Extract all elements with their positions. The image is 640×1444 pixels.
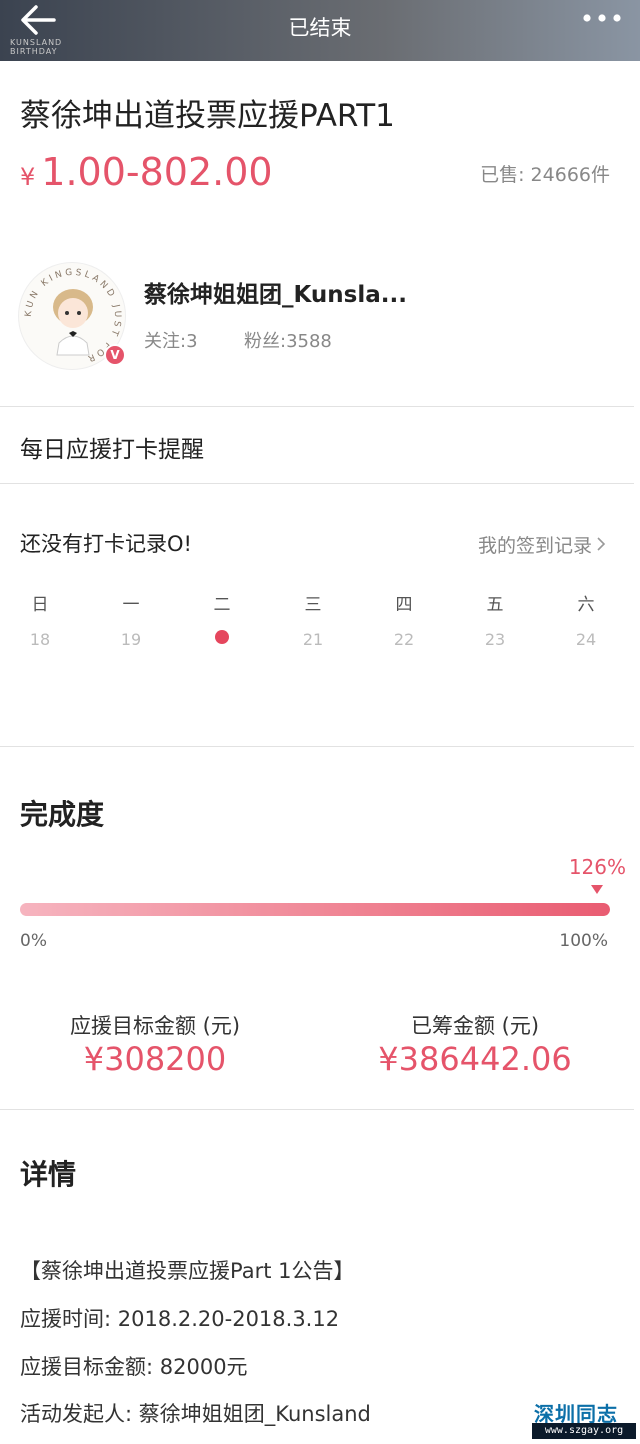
detail-line: 应援时间: 2018.2.20-2018.3.12 xyxy=(20,1307,340,1331)
divider xyxy=(0,406,634,407)
weekday-label: 五 xyxy=(486,595,504,615)
progress-marker-icon xyxy=(591,885,603,894)
page-title: 已结束 xyxy=(288,16,352,40)
progress-max-label: 100% xyxy=(559,931,608,951)
weekday-label: 日 xyxy=(31,595,49,615)
weekday-label: 一 xyxy=(122,595,140,615)
completion-title: 完成度 xyxy=(20,798,105,831)
progress-min-label: 0% xyxy=(20,931,47,951)
daily-checkin-reminder[interactable]: 每日应援打卡提醒 xyxy=(20,430,204,464)
target-amount-value: ¥308200 xyxy=(83,1040,227,1078)
detail-line: 活动发起人: 蔡徐坤姐姐团_Kunsland xyxy=(20,1402,371,1426)
weekday-label: 六 xyxy=(577,595,595,615)
calendar-date[interactable]: 22 xyxy=(384,630,424,649)
price-range: ¥1.00-802.00 xyxy=(20,150,273,194)
calendar-date[interactable]: 23 xyxy=(475,630,515,649)
fans-count: 粉丝:3588 xyxy=(244,331,332,352)
verified-badge: V xyxy=(104,344,126,366)
my-checkin-records-link[interactable]: 我的签到记录 xyxy=(478,531,592,558)
raised-amount-value: ¥386442.06 xyxy=(378,1040,572,1078)
calendar-date[interactable]: 21 xyxy=(293,630,333,649)
product-title: 蔡徐坤出道投票应援PART1 xyxy=(20,98,395,134)
progress-track xyxy=(20,903,610,916)
follow-count: 关注:3 xyxy=(144,331,198,352)
divider xyxy=(0,746,634,747)
shop-name[interactable]: 蔡徐坤姐姐团_Kunsla... xyxy=(144,275,407,309)
currency-symbol: ¥ xyxy=(20,163,36,191)
calendar-date[interactable]: 19 xyxy=(111,630,151,649)
price-value: 1.00-802.00 xyxy=(41,150,273,194)
weekday-label: 三 xyxy=(304,595,322,615)
target-amount-label: 应援目标金额 (元) xyxy=(69,1014,241,1038)
calendar-date[interactable]: 24 xyxy=(566,630,606,649)
weekday-label: 四 xyxy=(395,595,413,615)
divider xyxy=(0,1109,634,1110)
detail-line: 【蔡徐坤出道投票应援Part 1公告】 xyxy=(20,1259,355,1283)
top-bar: KUNSLAND BIRTHDAY 已结束 xyxy=(0,0,640,61)
today-dot-icon[interactable] xyxy=(215,630,229,644)
no-checkin-text: 还没有打卡记录O! xyxy=(20,532,192,556)
raised-amount-label: 已筹金额 (元) xyxy=(410,1014,540,1038)
details-title: 详情 xyxy=(20,1158,77,1191)
chevron-right-icon[interactable] xyxy=(596,537,606,551)
site-watermark: 深圳同志 www.szgay.org xyxy=(528,1398,638,1442)
calendar-date[interactable]: 18 xyxy=(20,630,60,649)
weekday-label: 二 xyxy=(213,595,231,615)
detail-line: 应援目标金额: 82000元 xyxy=(20,1355,248,1379)
sold-count: 已售: 24666件 xyxy=(480,164,610,186)
watermark-line-2: BIRTHDAY xyxy=(10,47,58,56)
site-watermark-url: www.szgay.org xyxy=(532,1423,636,1439)
divider xyxy=(0,483,634,484)
completion-percent: 126% xyxy=(568,855,626,879)
progress-fill xyxy=(20,903,610,916)
more-options-icon[interactable] xyxy=(582,12,622,24)
